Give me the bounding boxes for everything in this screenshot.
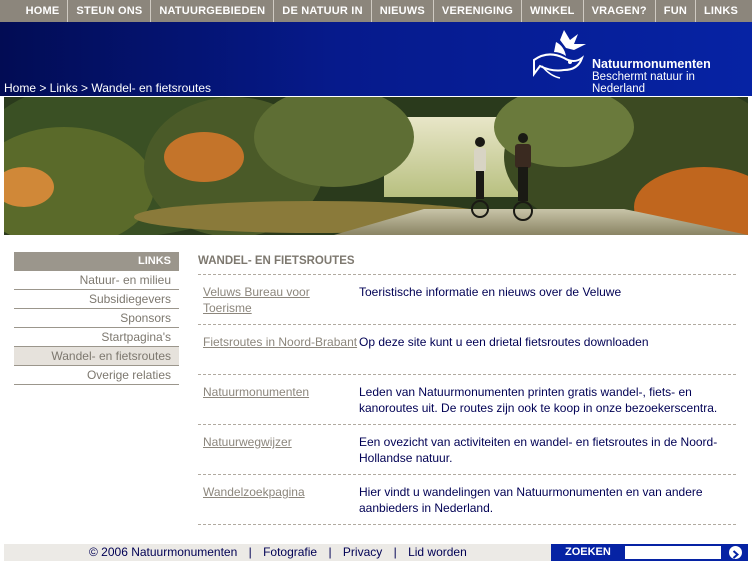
sidebar-item-sponsors[interactable]: Sponsors [14, 309, 179, 328]
site-header: Natuurmonumenten Beschermt natuur in Ned… [0, 22, 752, 96]
breadcrumb: Home > Links > Wandel- en fietsroutes [4, 81, 211, 95]
page-title: WANDEL- EN FIETSROUTES [198, 254, 736, 275]
route-description: Een ovezicht van activiteiten en wandel-… [359, 435, 718, 465]
sidebar-heading: LINKS [14, 252, 179, 271]
list-item: Veluws Bureau voor Toerisme Toeristische… [198, 275, 736, 325]
sidebar-item-subsidiegevers[interactable]: Subsidiegevers [14, 290, 179, 309]
logo-tagline: Beschermt natuur in Nederland [592, 71, 695, 95]
footer-link-lid-worden[interactable]: Lid worden [408, 545, 467, 559]
nav-item-winkel[interactable]: WINKEL [521, 0, 583, 22]
route-description: Toeristische informatie en nieuws over d… [359, 285, 622, 299]
footer-copyright: © 2006 Natuurmonumenten [89, 545, 238, 559]
sidebar-item-natuur-en-milieu[interactable]: Natuur- en milieu [14, 271, 179, 290]
route-link[interactable]: Wandelzoekpagina [198, 484, 359, 524]
search-box: ZOEKEN [551, 544, 748, 561]
search-label: ZOEKEN [565, 546, 611, 558]
nav-item-vragen[interactable]: VRAGEN? [582, 0, 655, 22]
nav-item-nieuws[interactable]: NIEUWS [370, 0, 433, 22]
sidebar-item-wandel-en-fietsroutes[interactable]: Wandel- en fietsroutes [14, 347, 179, 366]
list-item: Natuurwegwijzer Een ovezicht van activit… [198, 425, 736, 475]
sidebar-item-overige-relaties[interactable]: Overige relaties [14, 366, 179, 385]
footer-separator: | [248, 545, 252, 559]
nav-item-steun-ons[interactable]: STEUN ONS [67, 0, 150, 22]
bird-fish-logo-icon [533, 30, 586, 79]
route-link[interactable]: Fietsroutes in Noord-Brabant [198, 334, 359, 374]
hero-photo-cyclists [4, 97, 748, 235]
nav-item-vereniging[interactable]: VERENIGING [432, 0, 521, 22]
footer-separator: | [393, 545, 397, 559]
list-item: Natuurmonumenten Leden van Natuurmonumen… [198, 375, 736, 425]
arrow-right-circle-icon [732, 550, 740, 559]
site-logo[interactable]: Natuurmonumenten Beschermt natuur in Ned… [530, 26, 746, 95]
nav-item-de-natuur-in[interactable]: DE NATUUR IN [273, 0, 370, 22]
sidebar: LINKS Natuur- en milieu Subsidiegevers S… [14, 252, 179, 385]
nav-item-natuurgebieden[interactable]: NATUURGEBIEDEN [150, 0, 273, 22]
nav-item-home[interactable]: HOME [18, 0, 68, 22]
footer-link-fotografie[interactable]: Fotografie [263, 545, 317, 559]
list-item: Wandelzoekpagina Hier vindt u wandelinge… [198, 475, 736, 525]
nav-item-fun[interactable]: FUN [654, 0, 695, 22]
site-footer: © 2006 Natuurmonumenten | Fotografie | P… [4, 544, 748, 561]
logo-name: Natuurmonumenten [592, 57, 711, 71]
footer-link-privacy[interactable]: Privacy [343, 545, 382, 559]
route-description: Hier vindt u wandelingen van Natuurmonum… [359, 485, 703, 515]
search-submit-button[interactable] [729, 546, 742, 559]
footer-separator: | [328, 545, 332, 559]
route-link[interactable]: Natuurmonumenten [198, 384, 359, 424]
route-description: Op deze site kunt u een drietal fietsrou… [359, 335, 649, 349]
main-content: WANDEL- EN FIETSROUTES Veluws Bureau voo… [198, 254, 736, 525]
sidebar-item-startpaginas[interactable]: Startpagina's [14, 328, 179, 347]
search-input[interactable] [625, 546, 721, 559]
route-link[interactable]: Veluws Bureau voor Toerisme [198, 284, 359, 324]
footer-links: © 2006 Natuurmonumenten | Fotografie | P… [89, 544, 467, 561]
route-link[interactable]: Natuurwegwijzer [198, 434, 359, 474]
top-navigation: HOME STEUN ONS NATUURGEBIEDEN DE NATUUR … [0, 0, 752, 22]
route-description: Leden van Natuurmonumenten printen grati… [359, 385, 718, 415]
list-item: Fietsroutes in Noord-Brabant Op deze sit… [198, 325, 736, 375]
nav-item-links[interactable]: LINKS [695, 0, 746, 22]
